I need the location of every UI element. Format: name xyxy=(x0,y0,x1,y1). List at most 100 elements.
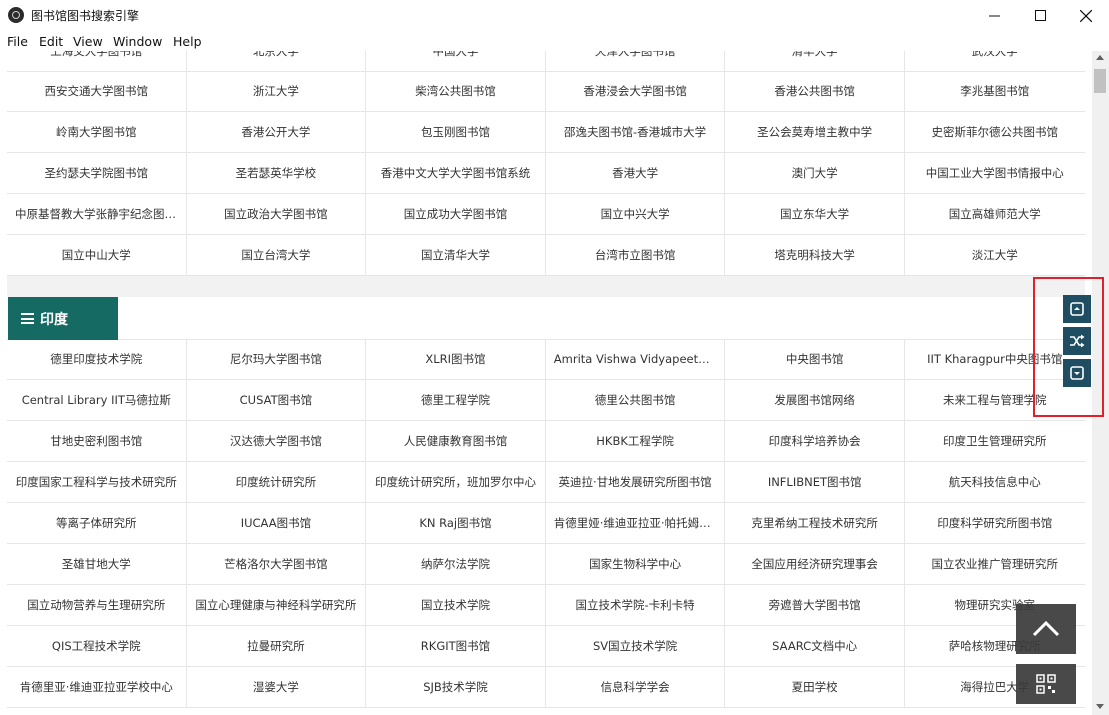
library-link[interactable]: 德里工程学院 xyxy=(366,380,546,420)
library-link[interactable]: SAARC文档中心 xyxy=(725,626,905,666)
library-link[interactable]: 信息科学学会 xyxy=(546,667,726,707)
library-link[interactable]: 尼尔玛大学图书馆 xyxy=(187,339,367,379)
library-link[interactable]: 印度国家工程科学与技术研究所 xyxy=(7,462,187,502)
library-link[interactable]: 浙江大学 xyxy=(187,71,367,111)
library-link[interactable]: 圣公会莫寿增主教中学 xyxy=(725,112,905,152)
library-link[interactable]: 淡江大学 xyxy=(905,235,1085,275)
library-link[interactable]: 国立成功大学图书馆 xyxy=(366,194,546,234)
library-link[interactable]: IUCAA图书馆 xyxy=(187,503,367,543)
menu-window[interactable]: Window xyxy=(113,34,162,49)
library-link[interactable]: 北京大学 xyxy=(187,51,367,71)
library-link[interactable]: 国立高雄师范大学 xyxy=(905,194,1085,234)
library-link[interactable]: INFLIBNET图书馆 xyxy=(725,462,905,502)
library-link[interactable]: 纳萨尔法学院 xyxy=(366,544,546,584)
library-link[interactable]: 李兆基图书馆 xyxy=(905,71,1085,111)
library-link[interactable]: 邵逸夫图书馆-香港城市大学 xyxy=(546,112,726,152)
library-link[interactable]: 中央图书馆 xyxy=(725,339,905,379)
library-link[interactable]: 汉达德大学图书馆 xyxy=(187,421,367,461)
library-link[interactable]: CUSAT图书馆 xyxy=(187,380,367,420)
library-link[interactable]: 武汉大学 xyxy=(905,51,1085,71)
library-link[interactable]: 岭南大学图书馆 xyxy=(7,112,187,152)
scroll-down-arrow-icon[interactable] xyxy=(1096,704,1104,709)
library-link[interactable]: 中原基督教大学张静宇纪念图书馆 xyxy=(7,194,187,234)
library-link[interactable]: 西安交通大学图书馆 xyxy=(7,71,187,111)
library-link[interactable]: 香港公开大学 xyxy=(187,112,367,152)
library-link[interactable]: 国立东华大学 xyxy=(725,194,905,234)
library-link[interactable]: SV国立技术学院 xyxy=(546,626,726,666)
library-link[interactable]: 中国工业大学图书情报中心 xyxy=(905,153,1085,193)
library-link[interactable]: 印度科学培养协会 xyxy=(725,421,905,461)
library-link[interactable]: 印度科学研究所图书馆 xyxy=(905,503,1085,543)
library-link[interactable]: 德里印度技术学院 xyxy=(7,339,187,379)
library-link[interactable]: 国立心理健康与神经科学研究所 xyxy=(187,585,367,625)
library-link[interactable]: 国立清华大学 xyxy=(366,235,546,275)
library-link[interactable]: 上海交大学图书馆 xyxy=(7,51,187,71)
library-link[interactable]: 甘地史密利图书馆 xyxy=(7,421,187,461)
library-link[interactable]: 塔克明科技大学 xyxy=(725,235,905,275)
library-link[interactable]: 印度卫生管理研究所 xyxy=(905,421,1085,461)
library-link[interactable]: 旁遮普大学图书馆 xyxy=(725,585,905,625)
library-link[interactable]: 国立中兴大学 xyxy=(546,194,726,234)
library-link[interactable]: 天津大学图书馆 xyxy=(546,51,726,71)
library-link[interactable]: 英迪拉·甘地发展研究所图书馆 xyxy=(546,462,726,502)
library-link[interactable]: QIS工程技术学院 xyxy=(7,626,187,666)
library-link[interactable]: 中国大学 xyxy=(366,51,546,71)
library-link[interactable]: 台湾市立图书馆 xyxy=(546,235,726,275)
menu-help[interactable]: Help xyxy=(173,34,202,49)
table-row: 岭南大学图书馆 香港公开大学 包玉刚图书馆 邵逸夫图书馆-香港城市大学 圣公会莫寿增主教… xyxy=(7,112,1085,153)
library-link[interactable]: 全国应用经济研究理事会 xyxy=(725,544,905,584)
library-link[interactable]: KN Raj图书馆 xyxy=(366,503,546,543)
library-link[interactable]: 肯德里娅·维迪亚拉亚·帕托姆学校 xyxy=(546,503,726,543)
library-link[interactable]: 航天科技信息中心 xyxy=(905,462,1085,502)
minimize-button[interactable] xyxy=(971,0,1017,31)
library-link[interactable]: 肯德里亚·维迪亚拉亚学校中心 xyxy=(7,667,187,707)
library-link[interactable]: Central Library IIT马德拉斯 xyxy=(7,380,187,420)
library-link[interactable]: 圣若瑟英华学校 xyxy=(187,153,367,193)
library-link[interactable]: 印度统计研究所，班加罗尔中心 xyxy=(366,462,546,502)
scroll-up-arrow-icon[interactable] xyxy=(1096,55,1104,60)
library-link[interactable]: HKBK工程学院 xyxy=(546,421,726,461)
library-link[interactable]: 湿婆大学 xyxy=(187,667,367,707)
library-link[interactable]: 等离子体研究所 xyxy=(7,503,187,543)
menu-file[interactable]: File xyxy=(7,34,28,49)
scrollbar-thumb[interactable] xyxy=(1094,69,1106,93)
library-link[interactable]: 圣约瑟夫学院图书馆 xyxy=(7,153,187,193)
library-link[interactable]: 德里公共图书馆 xyxy=(546,380,726,420)
library-link[interactable]: 澳门大学 xyxy=(725,153,905,193)
menu-view[interactable]: View xyxy=(73,34,103,49)
library-link[interactable]: 国立动物营养与生理研究所 xyxy=(7,585,187,625)
library-link[interactable]: XLRI图书馆 xyxy=(366,339,546,379)
library-link[interactable]: 香港浸会大学图书馆 xyxy=(546,71,726,111)
library-link[interactable]: Amrita Vishwa Vidyapeetham图书馆 xyxy=(546,339,726,379)
library-link[interactable]: 圣雄甘地大学 xyxy=(7,544,187,584)
library-link[interactable]: 香港大学 xyxy=(546,153,726,193)
library-link[interactable]: 国家生物科学中心 xyxy=(546,544,726,584)
library-link[interactable]: 史密斯菲尔德公共图书馆 xyxy=(905,112,1085,152)
library-link[interactable]: 夏田学校 xyxy=(725,667,905,707)
maximize-button[interactable] xyxy=(1017,0,1063,31)
back-to-top-button[interactable] xyxy=(1016,604,1076,654)
library-link[interactable]: 芒格洛尔大学图书馆 xyxy=(187,544,367,584)
library-link[interactable]: 国立中山大学 xyxy=(7,235,187,275)
library-link[interactable]: 国立农业推广管理研究所 xyxy=(905,544,1085,584)
library-link[interactable]: 人民健康教育图书馆 xyxy=(366,421,546,461)
library-link[interactable]: 国立技术学院 xyxy=(366,585,546,625)
library-link[interactable]: 拉曼研究所 xyxy=(187,626,367,666)
library-link[interactable]: 发展图书馆网络 xyxy=(725,380,905,420)
section-tab[interactable]: 印度 xyxy=(8,297,118,340)
library-link[interactable]: 香港中文大学大学图书馆系统 xyxy=(366,153,546,193)
library-link[interactable]: 国立技术学院-卡利卡特 xyxy=(546,585,726,625)
close-button[interactable] xyxy=(1063,0,1109,31)
library-link[interactable]: 清华大学 xyxy=(725,51,905,71)
qr-code-button[interactable] xyxy=(1016,664,1076,704)
library-link[interactable]: 印度统计研究所 xyxy=(187,462,367,502)
menu-edit[interactable]: Edit xyxy=(39,34,63,49)
library-link[interactable]: 国立政治大学图书馆 xyxy=(187,194,367,234)
library-link[interactable]: 柴湾公共图书馆 xyxy=(366,71,546,111)
library-link[interactable]: 国立台湾大学 xyxy=(187,235,367,275)
library-link[interactable]: 香港公共图书馆 xyxy=(725,71,905,111)
library-link[interactable]: RKGIT图书馆 xyxy=(366,626,546,666)
library-link[interactable]: SJB技术学院 xyxy=(366,667,546,707)
library-link[interactable]: 包玉刚图书馆 xyxy=(366,112,546,152)
library-link[interactable]: 克里希纳工程技术研究所 xyxy=(725,503,905,543)
